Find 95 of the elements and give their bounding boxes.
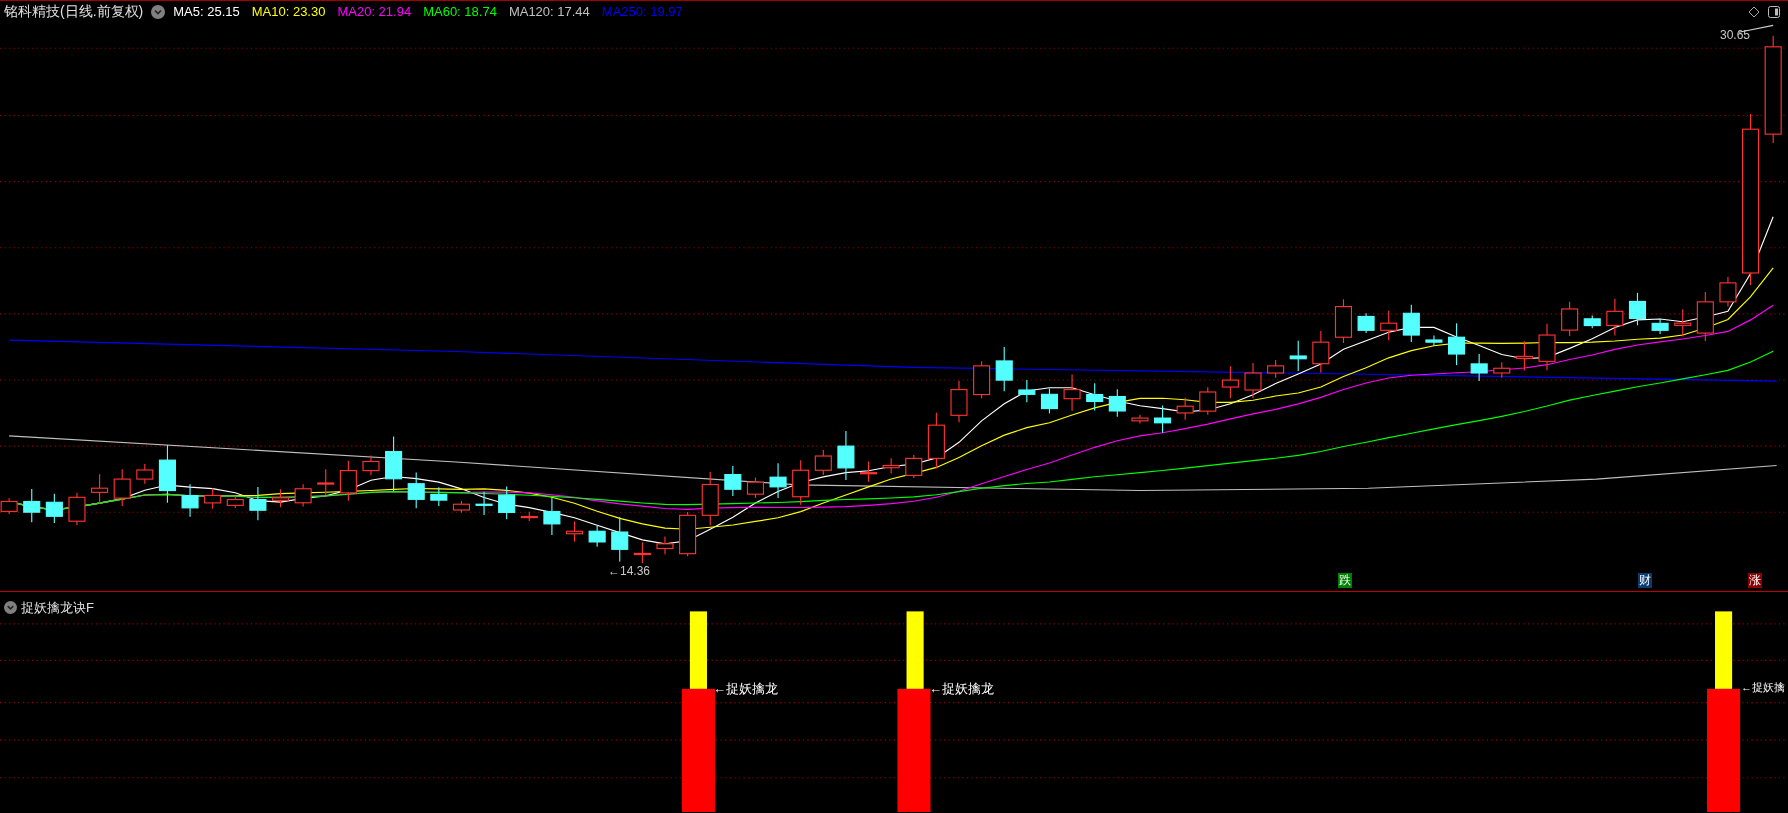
candlestick bbox=[859, 460, 878, 483]
candlestick bbox=[294, 483, 312, 508]
candlestick bbox=[498, 486, 516, 520]
candlestick bbox=[1154, 405, 1172, 434]
chart-title: 铭科精技(日线.前复权) bbox=[4, 2, 144, 21]
moving-average-value: MA10: 23.30 bbox=[251, 2, 326, 21]
candlestick bbox=[113, 468, 131, 507]
candlestick bbox=[1357, 312, 1375, 334]
candlestick bbox=[407, 471, 425, 509]
candlestick bbox=[1538, 323, 1556, 371]
candlestick bbox=[1628, 292, 1647, 326]
candlestick bbox=[995, 346, 1013, 392]
high-price-label: 30.65 bbox=[1720, 27, 1751, 44]
candlestick bbox=[927, 412, 945, 469]
moving-average-value: MA250: 19.97 bbox=[601, 2, 683, 21]
candlestick bbox=[91, 473, 109, 504]
indicator-title: 捉妖擒龙诀F bbox=[21, 599, 94, 617]
candlestick bbox=[226, 495, 244, 509]
candlestick bbox=[1448, 322, 1466, 366]
candlestick bbox=[271, 488, 290, 508]
moving-average-value: MA120: 17.44 bbox=[508, 2, 590, 21]
candlestick bbox=[362, 455, 380, 476]
candlestick bbox=[769, 462, 787, 499]
candlestick bbox=[1493, 361, 1511, 379]
candlestick bbox=[1515, 340, 1533, 372]
candlestick bbox=[656, 535, 674, 555]
candlestick bbox=[1561, 301, 1579, 337]
candlestick bbox=[724, 465, 742, 497]
candlestick bbox=[1470, 353, 1488, 382]
candlestick bbox=[1334, 298, 1353, 344]
candlestick bbox=[1108, 388, 1126, 418]
candlestick bbox=[1267, 359, 1285, 379]
event-marker[interactable]: 涨 bbox=[1748, 573, 1762, 588]
diamond-icon[interactable] bbox=[1748, 5, 1760, 18]
low-price-label: ←14.36 bbox=[608, 563, 651, 580]
candlestick bbox=[520, 511, 538, 522]
candlestick bbox=[1380, 310, 1398, 341]
candlestick bbox=[1674, 308, 1692, 337]
candlestick bbox=[1063, 373, 1081, 412]
moving-average-value: MA5: 25.15 bbox=[173, 2, 240, 21]
candlestick bbox=[679, 511, 697, 557]
event-marker[interactable]: 财 bbox=[1638, 573, 1652, 588]
candlestick bbox=[611, 516, 629, 562]
candlestick bbox=[430, 486, 448, 507]
event-marker[interactable]: 跌 bbox=[1338, 573, 1352, 588]
candlestick bbox=[204, 487, 222, 510]
candlestick bbox=[1018, 379, 1036, 403]
candlestick bbox=[339, 460, 357, 502]
signal-label: ←捉妖擒 bbox=[1741, 680, 1785, 695]
signal-label: ←捉妖擒龙 bbox=[713, 680, 778, 698]
candlestick bbox=[23, 488, 41, 523]
candlestick bbox=[475, 491, 493, 516]
candlestick bbox=[1425, 334, 1443, 347]
candlestick bbox=[905, 454, 923, 479]
candlestick bbox=[1312, 330, 1330, 374]
moving-average-value: MA20: 21.94 bbox=[337, 2, 412, 21]
candlestick bbox=[317, 468, 335, 496]
candlestick bbox=[1176, 397, 1194, 421]
candlestick bbox=[1221, 365, 1239, 399]
candlestick bbox=[1040, 387, 1058, 414]
signal-label: ←捉妖擒龙 bbox=[929, 680, 994, 698]
candlestick bbox=[633, 541, 651, 564]
candlestick bbox=[543, 497, 561, 536]
chevron-down-icon[interactable] bbox=[151, 4, 166, 19]
candlestick bbox=[1086, 382, 1104, 411]
candlestick bbox=[701, 471, 719, 526]
candlestick bbox=[1651, 318, 1669, 335]
candlestick bbox=[973, 360, 991, 399]
candlestick bbox=[565, 520, 584, 543]
candlestick bbox=[1289, 340, 1307, 372]
candlestick bbox=[1696, 291, 1714, 342]
candlestick bbox=[1583, 314, 1601, 329]
candlestick bbox=[588, 524, 606, 548]
candlestick bbox=[792, 459, 810, 506]
candlestick bbox=[837, 430, 855, 481]
panel-icon[interactable] bbox=[1768, 5, 1780, 18]
moving-average-value: MA60: 18.74 bbox=[423, 2, 497, 21]
candlestick bbox=[136, 463, 154, 485]
candlestick bbox=[1199, 386, 1217, 416]
candlestick bbox=[452, 500, 470, 514]
candlestick bbox=[746, 476, 764, 499]
candlestick bbox=[1402, 304, 1420, 343]
candlestick bbox=[68, 492, 86, 526]
candlestick bbox=[1719, 276, 1737, 308]
candlestick bbox=[950, 380, 968, 423]
candlestick bbox=[249, 486, 267, 521]
candlestick bbox=[882, 457, 900, 475]
candlestick bbox=[814, 449, 832, 476]
candlestick bbox=[1606, 298, 1624, 337]
candlestick bbox=[158, 444, 176, 504]
candlestick bbox=[45, 493, 63, 524]
candlestick bbox=[385, 435, 403, 492]
chevron-down-icon[interactable] bbox=[4, 601, 17, 615]
candlestick bbox=[1244, 362, 1262, 399]
candlestick bbox=[181, 483, 199, 518]
